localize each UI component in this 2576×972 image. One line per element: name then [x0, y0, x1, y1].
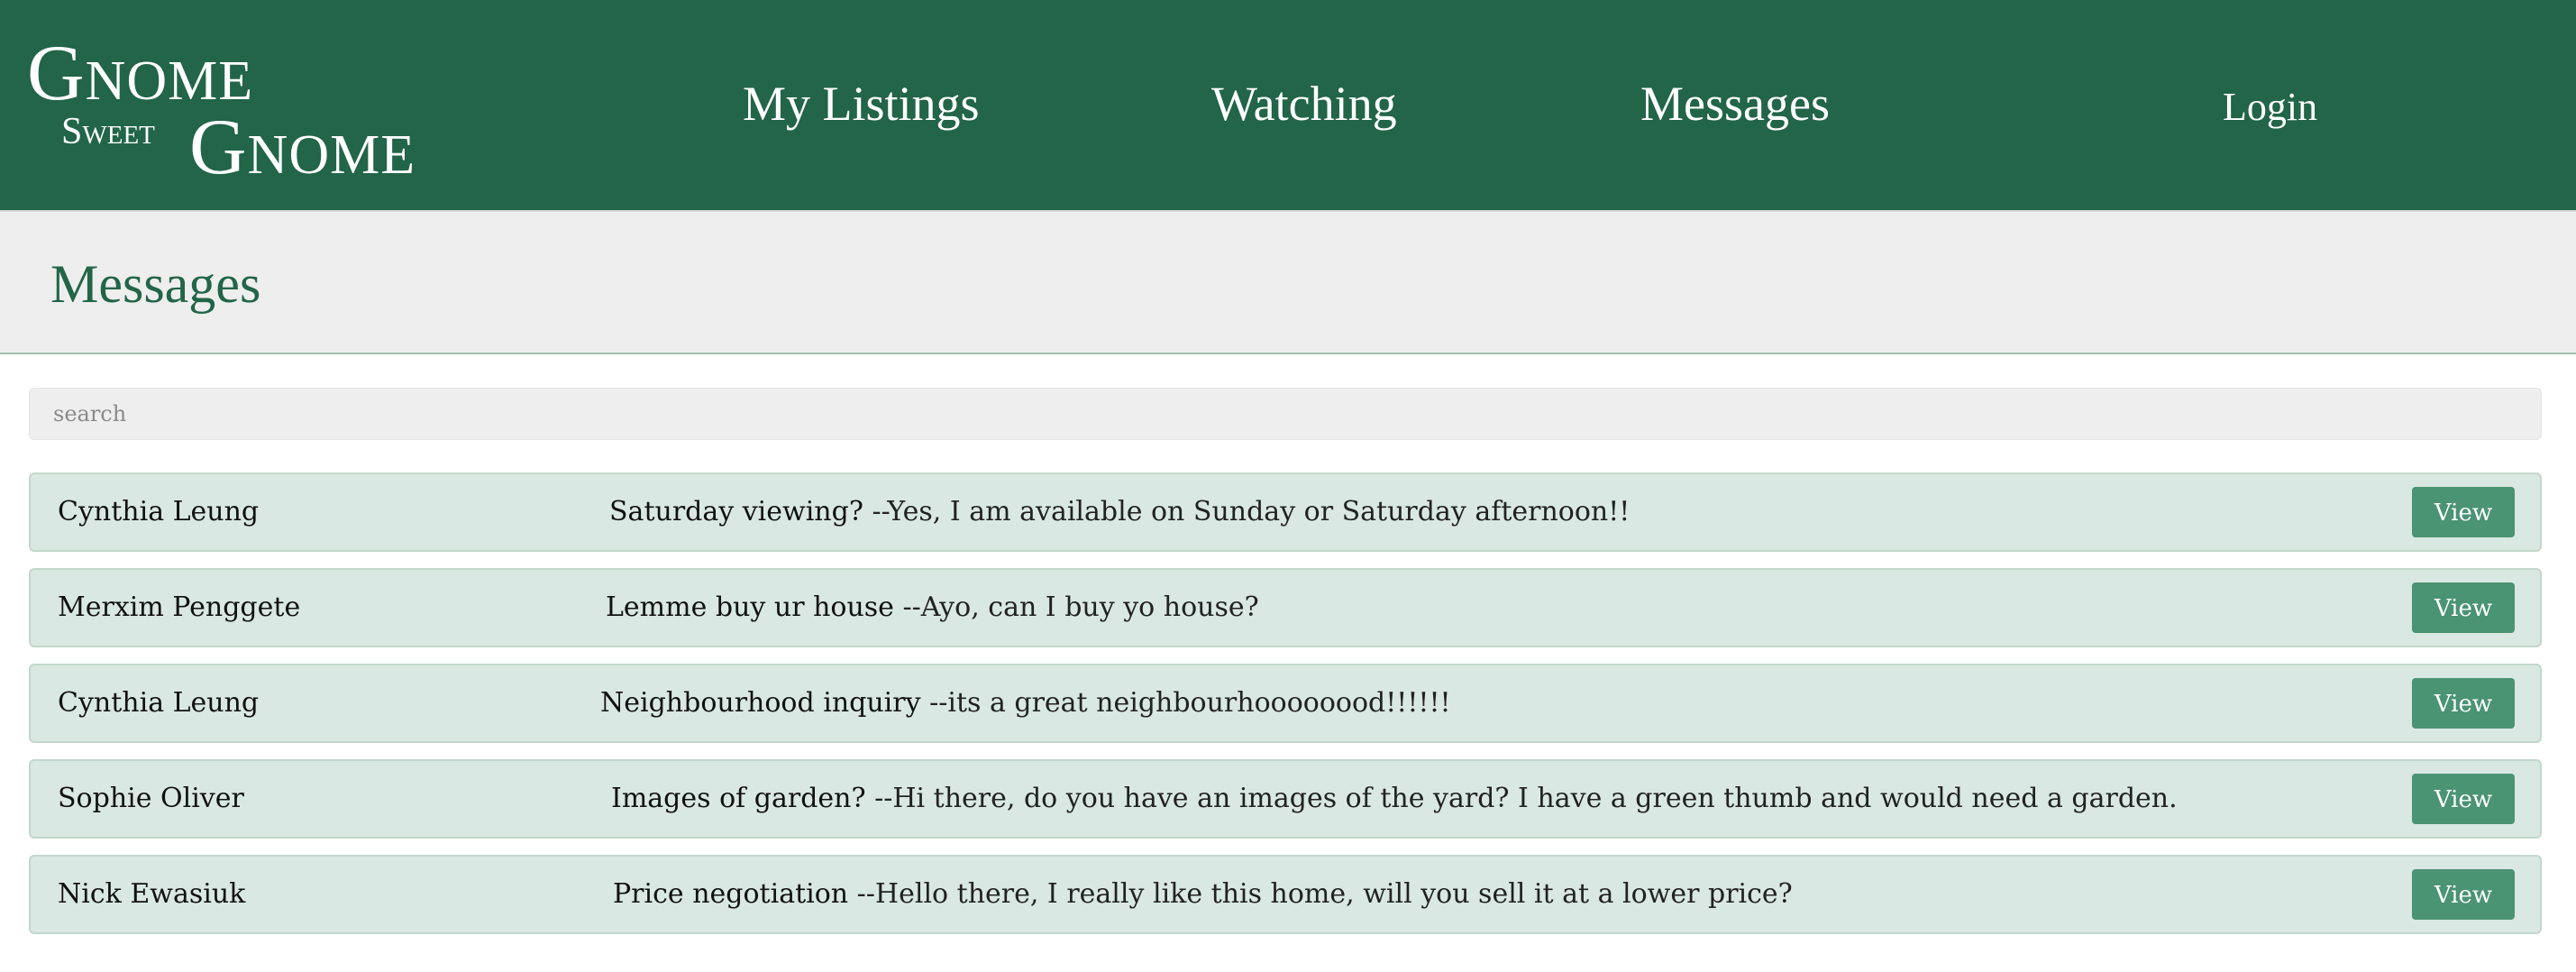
message-subject: Saturday viewing?	[609, 496, 863, 527]
message-preview: Saturday viewing? --Yes, I am available …	[609, 474, 1630, 550]
message-sender: Cynthia Leung	[58, 687, 260, 719]
site-logo[interactable]: Gnome Sweet Gnome	[27, 30, 496, 188]
message-row[interactable]: Cynthia Leung Saturday viewing? --Yes, I…	[29, 472, 2542, 552]
message-preview: Price negotiation --Hello there, I reall…	[613, 857, 1793, 932]
message-sender: Nick Ewasiuk	[58, 878, 246, 910]
message-subject: Price negotiation	[613, 878, 849, 910]
view-message-button[interactable]: View	[2412, 678, 2515, 729]
nav-watching[interactable]: Watching	[1211, 72, 1397, 135]
message-sender: Sophie Oliver	[58, 783, 244, 814]
view-message-button[interactable]: View	[2412, 869, 2515, 920]
nav-messages[interactable]: Messages	[1640, 72, 1830, 135]
logo-line-2: Sweet	[61, 111, 155, 152]
message-subject: Images of garden?	[611, 783, 866, 814]
message-row[interactable]: Sophie Oliver Images of garden? --Hi the…	[29, 759, 2542, 839]
message-row[interactable]: Cynthia Leung Neighbourhood inquiry --it…	[29, 664, 2542, 743]
message-preview: Lemme buy ur house --Ayo, can I buy yo h…	[606, 570, 1259, 646]
message-preview: Images of garden? --Hi there, do you hav…	[611, 761, 2178, 837]
search-input[interactable]	[29, 388, 2542, 440]
message-body: --its a great neighbourhoooooood!!!!!!	[920, 687, 1451, 719]
message-subject: Neighbourhood inquiry	[600, 687, 921, 719]
view-message-button[interactable]: View	[2412, 487, 2515, 537]
page-title-band: Messages	[0, 210, 2576, 354]
message-body: --Yes, I am available on Sunday or Satur…	[863, 496, 1631, 527]
logo-line-1: Gnome	[27, 30, 254, 117]
message-body: --Hi there, do you have an images of the…	[865, 783, 2178, 814]
logo-line-3: Gnome	[189, 104, 416, 191]
message-body: --Hello there, I really like this home, …	[848, 878, 1793, 910]
nav-my-listings[interactable]: My Listings	[743, 72, 980, 135]
message-subject: Lemme buy ur house	[606, 591, 894, 623]
message-body: --Ayo, can I buy yo house?	[893, 591, 1259, 623]
message-row[interactable]: Merxim Penggete Lemme buy ur house --Ayo…	[29, 568, 2542, 647]
message-row[interactable]: Nick Ewasiuk Price negotiation --Hello t…	[29, 855, 2542, 934]
page-title: Messages	[50, 254, 261, 314]
top-nav-bar: Gnome Sweet Gnome My Listings Watching M…	[0, 0, 2576, 210]
view-message-button[interactable]: View	[2412, 774, 2515, 824]
message-sender: Merxim Penggete	[58, 591, 301, 623]
message-sender: Cynthia Leung	[58, 496, 260, 527]
view-message-button[interactable]: View	[2412, 582, 2515, 633]
message-preview: Neighbourhood inquiry --its a great neig…	[600, 665, 1451, 741]
nav-login[interactable]: Login	[2223, 76, 2317, 139]
